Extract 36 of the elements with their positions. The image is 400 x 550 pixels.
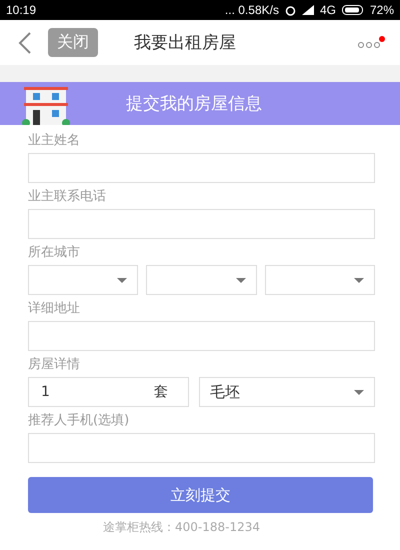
hotline-text: 途掌柜热线：400-188-1234 <box>102 519 261 536</box>
dropdown-value: 毛坯 <box>210 382 240 402</box>
field-label: 推荐人手机(选填) <box>28 413 130 429</box>
battery-level: 72% <box>370 3 394 17</box>
battery-icon <box>342 5 364 15</box>
input-field[interactable] <box>28 433 375 463</box>
back-icon[interactable] <box>18 30 32 54</box>
dropdown-field[interactable]: 毛坯 <box>199 377 375 407</box>
banner-title: 提交我的房屋信息 <box>126 93 262 115</box>
field-label: 详细地址 <box>28 301 81 317</box>
submit-button[interactable]: 立刻提交 <box>28 477 373 513</box>
input-field[interactable] <box>28 321 375 351</box>
field-label: 业主姓名 <box>28 133 81 149</box>
clock: 10:19 <box>6 3 36 17</box>
network-speed: ... 0.58K/s <box>224 3 279 17</box>
dropdown-field[interactable] <box>28 265 138 295</box>
dropdown-field[interactable] <box>264 265 375 295</box>
field-label: 房屋详情 <box>28 357 81 373</box>
quantity-value: 1 <box>41 384 50 400</box>
dropdown-arrow-icon <box>354 390 364 394</box>
dropdown-arrow-icon <box>354 278 364 282</box>
dropdown-arrow-icon <box>236 278 246 282</box>
alarm-icon <box>284 4 296 16</box>
dropdown-field[interactable] <box>146 265 257 295</box>
page-title: 我要出租房屋 <box>134 32 237 54</box>
input-field[interactable] <box>28 153 375 183</box>
unit-label: 套 <box>154 383 168 401</box>
building-icon <box>22 85 70 125</box>
dropdown-arrow-icon <box>117 278 128 282</box>
input-field[interactable] <box>28 209 375 239</box>
field-label: 业主联系电话 <box>28 189 107 205</box>
network-type: 4G <box>320 3 336 17</box>
more-icon[interactable] <box>356 34 386 50</box>
signal-icon <box>302 5 314 15</box>
quantity-field[interactable]: 1 套 <box>28 377 189 407</box>
field-label: 所在城市 <box>28 245 81 261</box>
